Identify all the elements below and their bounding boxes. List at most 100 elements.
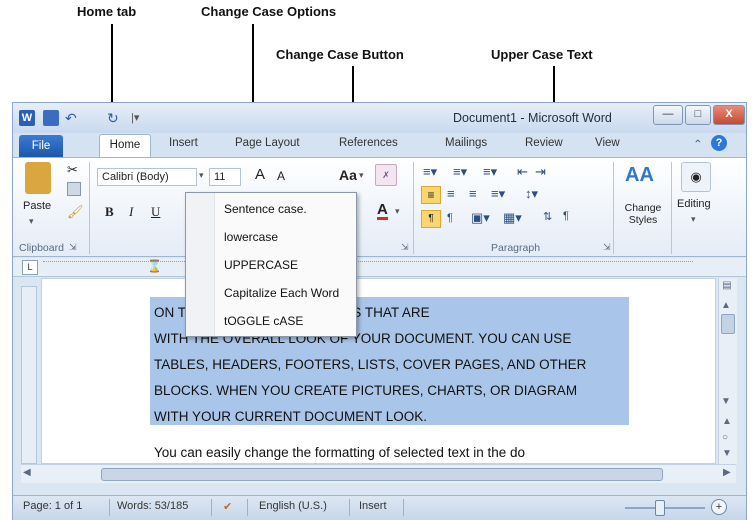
- ruler-ticks: [43, 261, 693, 272]
- menu-item-toggle-case[interactable]: tOGGLE cASE: [224, 314, 303, 328]
- zoom-slider-track[interactable]: [625, 507, 705, 509]
- tab-view[interactable]: View: [595, 137, 620, 149]
- minimize-ribbon-icon[interactable]: ⌃: [693, 137, 703, 151]
- next-page-icon[interactable]: ▼: [722, 448, 732, 459]
- clear-formatting-icon[interactable]: ✗: [375, 164, 397, 186]
- font-name-dropdown-icon[interactable]: ▾: [199, 170, 204, 181]
- change-case-dropdown-icon[interactable]: ▾: [359, 170, 364, 181]
- change-case-button[interactable]: Aa: [339, 167, 357, 183]
- redo-icon[interactable]: ↻: [107, 110, 123, 126]
- menu-item-capitalize-each-word[interactable]: Capitalize Each Word: [224, 286, 339, 300]
- numbering-icon[interactable]: ≡▾: [453, 164, 467, 180]
- document-page[interactable]: ON T ALLERIES INCLUDE ITEMS THAT ARE WIT…: [41, 278, 716, 464]
- customize-qat-icon[interactable]: |▾: [131, 110, 147, 126]
- paragraph-launcher-icon[interactable]: ⇲: [603, 242, 611, 253]
- ruler-toggle-icon[interactable]: ▤: [721, 280, 733, 292]
- menu-gutter: [186, 193, 215, 336]
- group-separator: [613, 162, 614, 254]
- menu-item-sentence-case[interactable]: Sentence case.: [224, 202, 307, 216]
- minimize-button[interactable]: —: [653, 105, 683, 125]
- tab-mailings[interactable]: Mailings: [445, 137, 487, 149]
- paste-button[interactable]: Paste: [23, 200, 51, 212]
- document-line[interactable]: You can easily change the formatting of …: [154, 445, 525, 460]
- shrink-font-button[interactable]: A: [277, 169, 285, 183]
- editing-dropdown-icon[interactable]: ▾: [691, 214, 696, 225]
- cut-icon[interactable]: ✂: [67, 162, 78, 178]
- vertical-scrollbar[interactable]: ▤ ▲ ▼ ▲ ○ ▼: [718, 278, 737, 464]
- status-page[interactable]: Page: 1 of 1: [23, 500, 82, 512]
- bullets-icon[interactable]: ≡▾: [423, 164, 437, 180]
- font-launcher-icon[interactable]: ⇲: [401, 242, 409, 253]
- shading-icon[interactable]: ▣▾: [471, 210, 490, 226]
- tab-file[interactable]: File: [19, 135, 63, 157]
- line-spacing-icon[interactable]: ↕▾: [525, 186, 538, 202]
- menu-item-lowercase[interactable]: lowercase: [224, 230, 278, 244]
- proofing-icon[interactable]: ✔: [223, 500, 232, 513]
- editing-button[interactable]: Editing: [677, 198, 711, 210]
- tab-insert[interactable]: Insert: [169, 137, 198, 149]
- align-left-icon[interactable]: ≡: [421, 186, 441, 204]
- horizontal-ruler[interactable]: L ⌛: [13, 258, 746, 277]
- maximize-button[interactable]: □: [685, 105, 711, 125]
- zoom-in-icon[interactable]: +: [711, 499, 727, 515]
- status-insert-mode[interactable]: Insert: [359, 500, 387, 512]
- change-styles-icon[interactable]: AA: [625, 164, 654, 187]
- horizontal-scrollbar[interactable]: ◀ ▶: [21, 464, 736, 483]
- paste-dropdown-icon[interactable]: ▾: [29, 216, 34, 227]
- copy-icon[interactable]: [67, 182, 81, 196]
- menu-item-uppercase[interactable]: UPPERCASE: [224, 258, 298, 272]
- tab-home[interactable]: Home: [99, 134, 151, 157]
- grow-font-button[interactable]: A: [255, 166, 265, 183]
- tab-review[interactable]: Review: [525, 137, 563, 149]
- status-bar: Page: 1 of 1 Words: 53/185 ✔ English (U.…: [13, 495, 746, 520]
- close-button[interactable]: X: [713, 105, 745, 125]
- scroll-down-icon[interactable]: ▼: [721, 396, 731, 407]
- paste-icon[interactable]: [25, 162, 51, 194]
- font-name-box[interactable]: Calibri (Body): [97, 168, 197, 186]
- help-icon[interactable]: ?: [711, 135, 727, 151]
- align-center-icon[interactable]: ≡: [447, 186, 455, 201]
- vertical-scroll-thumb[interactable]: [721, 314, 735, 334]
- scroll-left-icon[interactable]: ◀: [23, 467, 31, 478]
- italic-button[interactable]: I: [129, 204, 133, 220]
- vertical-ruler[interactable]: [21, 286, 37, 464]
- format-painter-icon[interactable]: 🖌: [67, 204, 84, 220]
- increase-indent-icon[interactable]: ⇥: [535, 164, 546, 180]
- select-browse-object-icon[interactable]: ○: [722, 432, 728, 443]
- justify-icon[interactable]: ≡▾: [491, 186, 505, 202]
- multilevel-list-icon[interactable]: ≡▾: [483, 164, 497, 180]
- find-binoculars-icon[interactable]: ◉: [681, 162, 711, 192]
- horizontal-scroll-thumb[interactable]: [101, 468, 663, 481]
- status-separator: [403, 499, 404, 516]
- font-color-dropdown-icon[interactable]: ▾: [395, 206, 400, 217]
- bold-button[interactable]: B: [105, 204, 114, 220]
- font-size-box[interactable]: 11: [209, 168, 241, 186]
- align-right-icon[interactable]: ≡: [469, 186, 477, 201]
- show-formatting-icon[interactable]: ¶: [563, 210, 569, 222]
- tab-selector-icon[interactable]: L: [22, 260, 38, 275]
- zoom-slider-thumb[interactable]: [655, 500, 665, 516]
- scroll-up-icon[interactable]: ▲: [721, 300, 731, 311]
- underline-button[interactable]: U: [151, 204, 160, 220]
- decrease-indent-icon[interactable]: ⇤: [517, 164, 528, 180]
- document-line[interactable]: WITH YOUR CURRENT DOCUMENT LOOK.: [154, 409, 427, 424]
- scroll-right-icon[interactable]: ▶: [723, 467, 731, 478]
- status-language[interactable]: English (U.S.): [259, 500, 327, 512]
- word-app-icon[interactable]: W: [19, 110, 35, 126]
- font-color-button[interactable]: A: [377, 202, 388, 220]
- ltr-direction-icon[interactable]: ¶: [421, 210, 441, 228]
- sort-icon[interactable]: ⇅: [543, 210, 552, 223]
- rtl-direction-icon[interactable]: ¶: [447, 212, 453, 224]
- borders-icon[interactable]: ▦▾: [503, 210, 522, 226]
- previous-page-icon[interactable]: ▲: [722, 416, 732, 427]
- change-styles-button[interactable]: Change Styles: [621, 202, 665, 226]
- status-words[interactable]: Words: 53/185: [117, 500, 188, 512]
- save-icon[interactable]: [43, 110, 59, 126]
- document-line[interactable]: TABLES, HEADERS, FOOTERS, LISTS, COVER P…: [154, 357, 586, 372]
- clipboard-launcher-icon[interactable]: ⇲: [69, 242, 77, 253]
- title-bar: W ↶ ↻ |▾ Document1 - Microsoft Word — □ …: [13, 103, 746, 133]
- tab-references[interactable]: References: [339, 137, 398, 149]
- tab-page-layout[interactable]: Page Layout: [235, 137, 300, 149]
- document-line[interactable]: BLOCKS. WHEN YOU CREATE PICTURES, CHARTS…: [154, 383, 577, 398]
- undo-icon[interactable]: ↶: [65, 110, 81, 126]
